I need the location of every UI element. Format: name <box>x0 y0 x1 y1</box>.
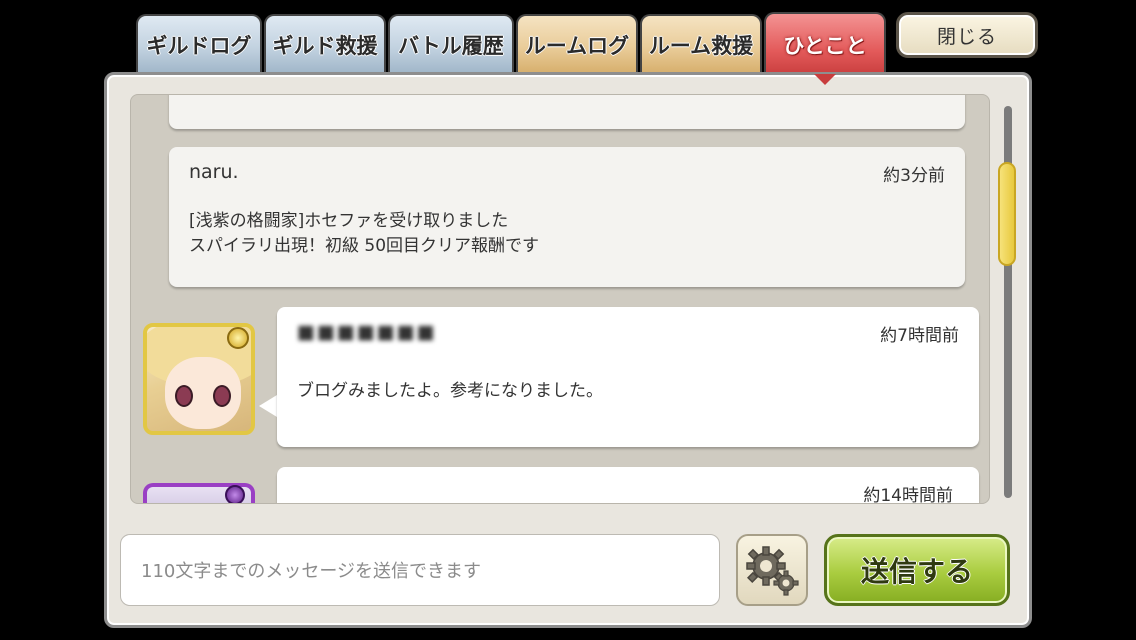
active-tab-pointer <box>814 74 836 85</box>
speech-bubble-tail <box>259 395 277 417</box>
tab-room-log[interactable]: ルームログ <box>516 14 638 74</box>
message-time: 約3分前 <box>883 166 945 186</box>
gear-icon <box>746 546 799 596</box>
send-button[interactable]: 送信する <box>824 534 1010 606</box>
tab-bar: ギルドログ ギルド救援 バトル履歴 ルームログ ルーム救援 ひとこと <box>136 12 896 76</box>
message-input-placeholder: 110文字までのメッセージを送信できます <box>141 561 481 582</box>
message-time: 約7時間前 <box>880 326 959 346</box>
message-bubble: ■■■■■■■ 約7時間前 ブログみましたよ。参考になりました。 <box>277 307 979 447</box>
message-card: naru. 約3分前 [浅紫の格闘家]ホセファを受け取りました スパイラリ出現！… <box>169 147 965 287</box>
tab-room-rescue[interactable]: ルーム救援 <box>640 14 762 74</box>
message-time: 約14時間前 <box>863 486 953 504</box>
scrollbar-thumb[interactable] <box>998 162 1016 266</box>
settings-button[interactable] <box>736 534 808 606</box>
tab-guild-log[interactable]: ギルドログ <box>136 14 262 74</box>
message-card-partial <box>169 95 965 129</box>
message-text: ブログみましたよ。参考になりました。 <box>297 381 603 401</box>
message-text: [浅紫の格闘家]ホセファを受け取りました スパイラリ出現！初級 50回目クリア報… <box>189 211 540 256</box>
attribute-gem-icon <box>225 485 245 503</box>
message-list[interactable]: naru. 約3分前 [浅紫の格闘家]ホセファを受け取りました スパイラリ出現！… <box>130 94 990 504</box>
tab-battle-history[interactable]: バトル履歴 <box>388 14 514 74</box>
message-bubble: 約14時間前 <box>277 467 979 504</box>
attribute-gem-icon <box>227 327 249 349</box>
message-author: naru. <box>189 161 239 183</box>
close-button[interactable]: 閉じる <box>896 12 1038 58</box>
tab-guild-rescue[interactable]: ギルド救援 <box>264 14 386 74</box>
avatar-eye <box>213 385 231 407</box>
avatar-eye <box>175 385 193 407</box>
tab-hitokoto[interactable]: ひとこと <box>764 12 886 76</box>
message-author-blurred: ■■■■■■■ <box>297 321 437 343</box>
message-input[interactable]: 110文字までのメッセージを送信できます <box>120 534 720 606</box>
